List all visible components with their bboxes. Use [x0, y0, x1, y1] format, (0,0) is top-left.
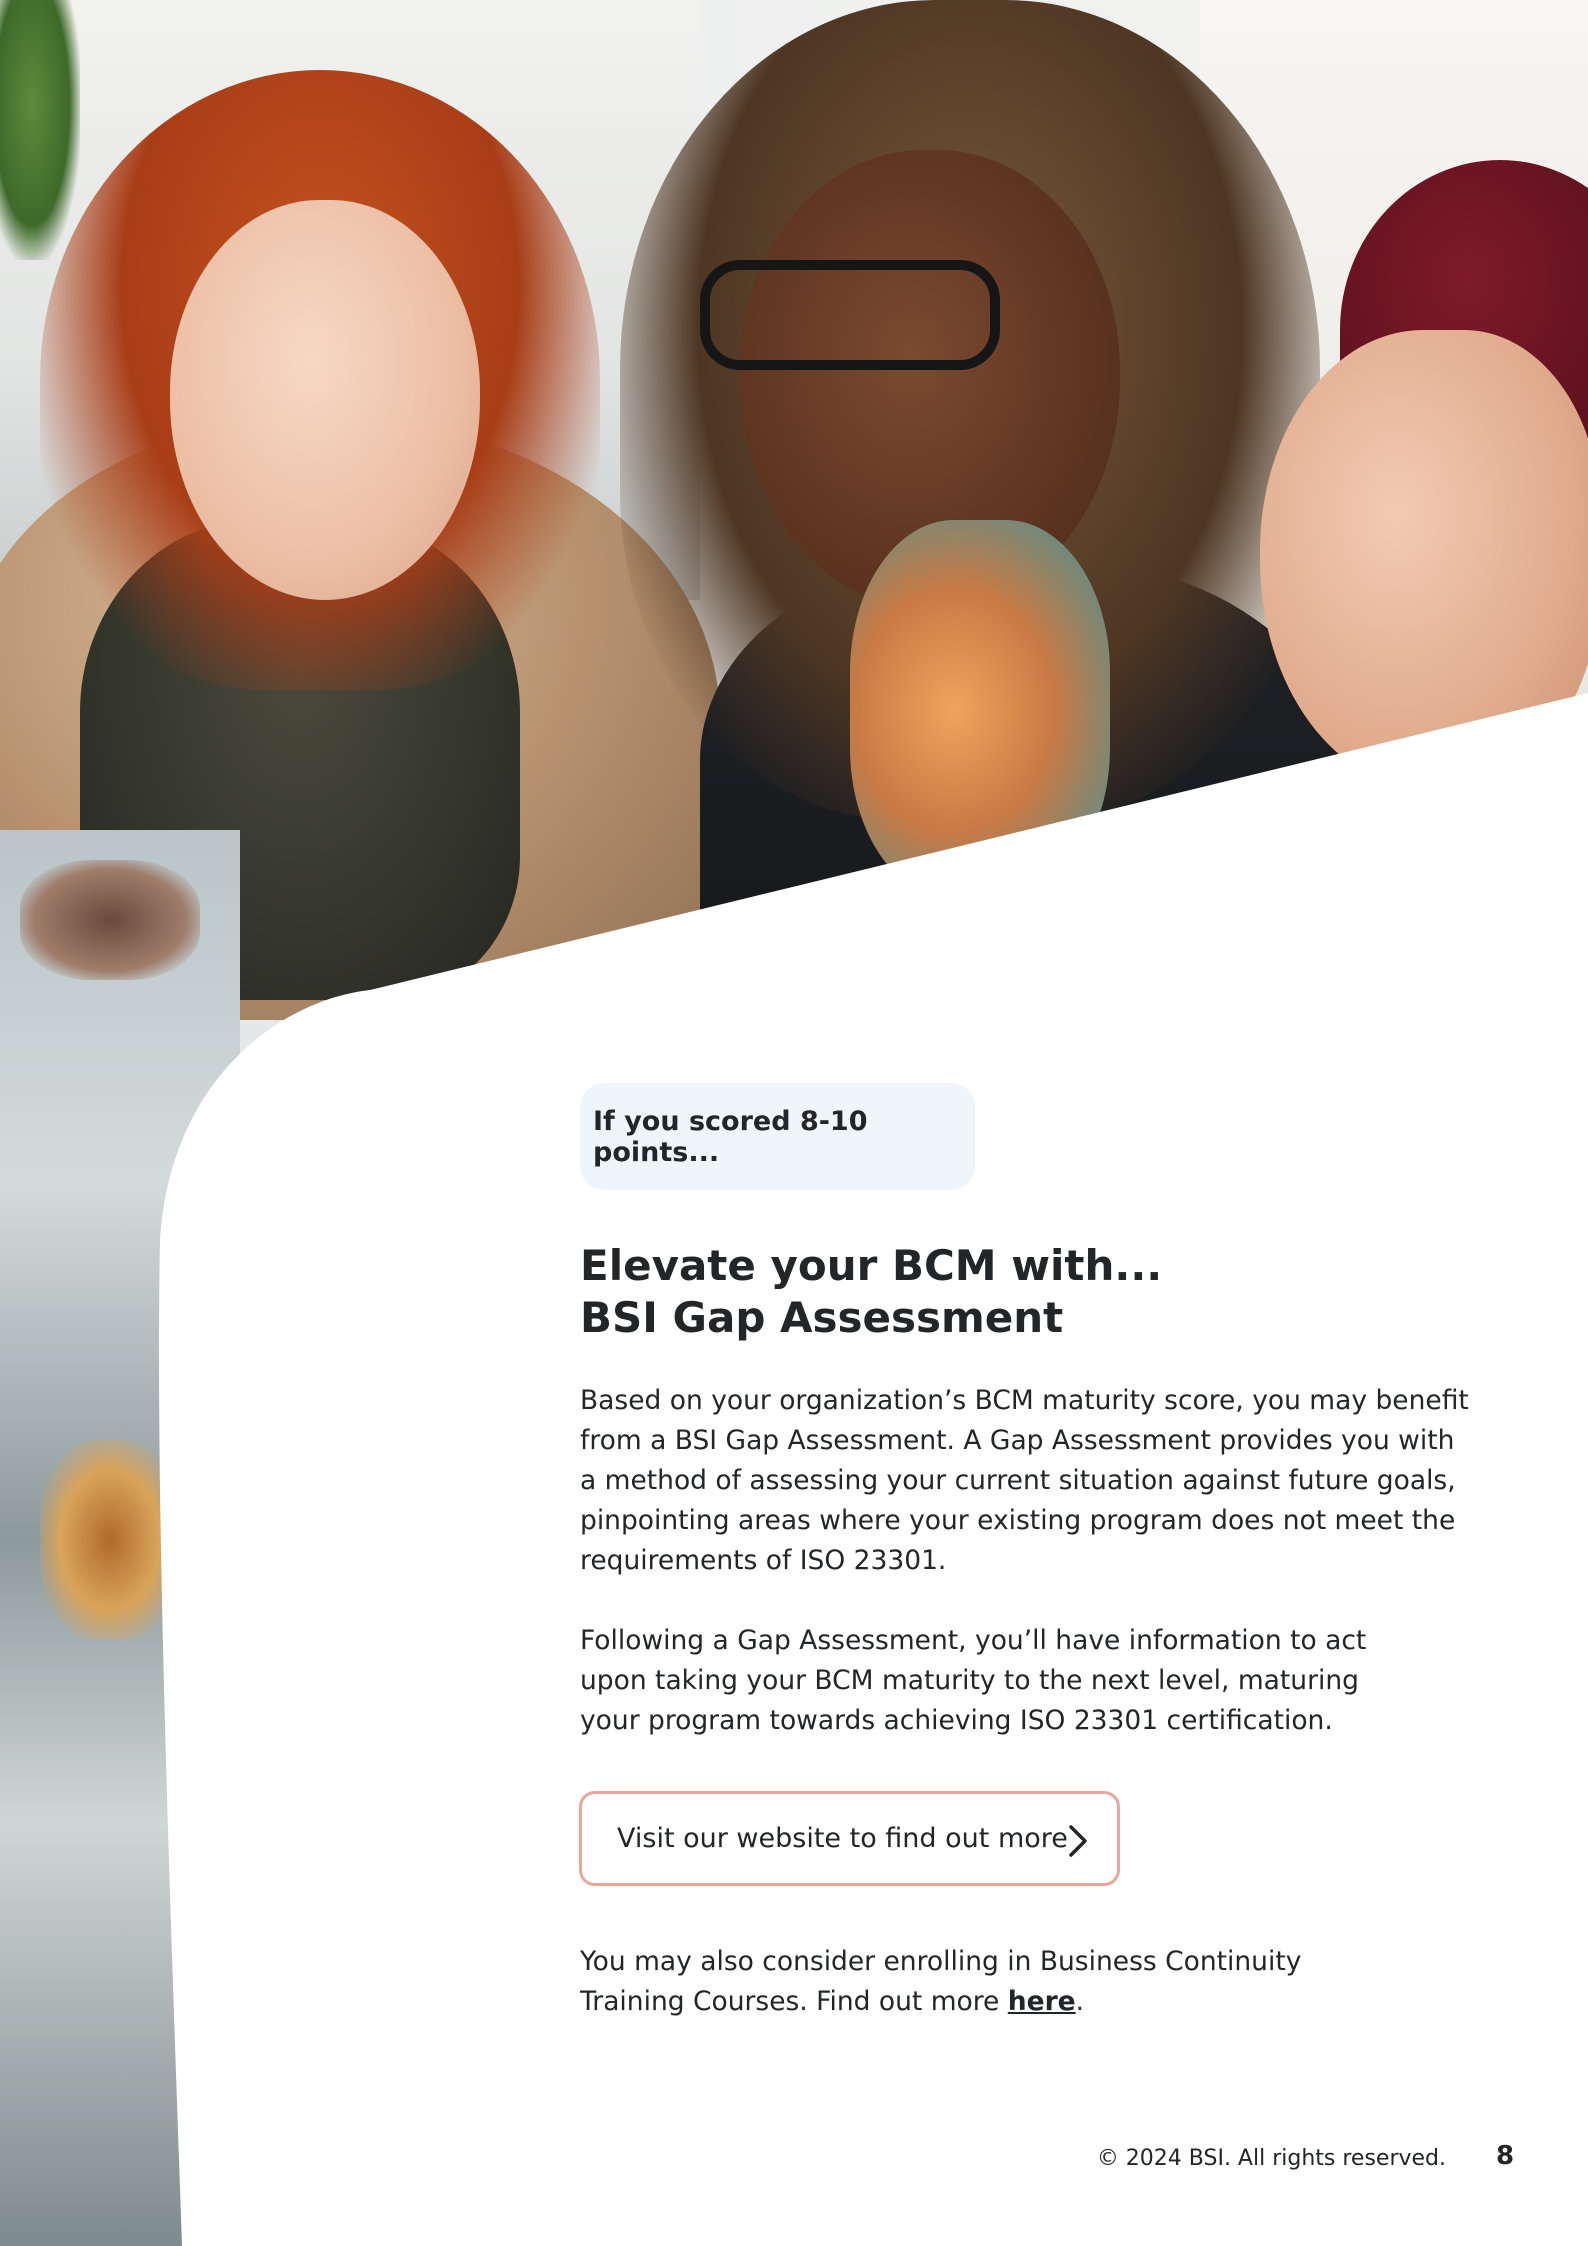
- followup-line: upon taking your BCM maturity to the nex…: [580, 1665, 1359, 1696]
- intro-line: Based on your organization’s BCM maturit…: [580, 1385, 1469, 1416]
- intro-paragraph: Based on your organization’s BCM maturit…: [580, 1381, 1480, 1581]
- followup-paragraph: Following a Gap Assessment, you’ll have …: [580, 1621, 1480, 1741]
- page: If you scored 8-10 points... Elevate you…: [0, 0, 1588, 2246]
- score-tag: If you scored 8-10 points...: [580, 1083, 975, 1190]
- training-line-1: You may also consider enrolling in Busin…: [580, 1946, 1302, 1977]
- headline-line-1: Elevate your BCM with...: [580, 1241, 1163, 1290]
- training-line-2-suffix: .: [1075, 1986, 1085, 2017]
- training-paragraph: You may also consider enrolling in Busin…: [580, 1942, 1480, 2022]
- copyright-text: © 2024 BSI. All rights reserved.: [1096, 2146, 1446, 2171]
- visit-website-button-label: Visit our website to find out more: [617, 1823, 1068, 1854]
- intro-line: requirements of ISO 23301.: [580, 1545, 947, 1576]
- visit-website-button[interactable]: Visit our website to find out more: [579, 1791, 1120, 1886]
- followup-line: Following a Gap Assessment, you’ll have …: [580, 1625, 1367, 1656]
- intro-line: a method of assessing your current situa…: [580, 1465, 1456, 1496]
- page-number: 8: [1495, 2141, 1515, 2171]
- intro-line: pinpointing areas where your existing pr…: [580, 1505, 1456, 1536]
- training-line-2-prefix: Training Courses. Find out more: [580, 1986, 1008, 2017]
- score-tag-text: If you scored 8-10 points...: [593, 1105, 868, 1168]
- page-headline: Elevate your BCM with... BSI Gap Assessm…: [580, 1240, 1480, 1344]
- training-line-2: Training Courses. Find out more here.: [580, 1982, 1480, 2022]
- headline-line-2: BSI Gap Assessment: [580, 1293, 1064, 1342]
- followup-line: your program towards achieving ISO 23301…: [580, 1705, 1333, 1736]
- chevron-right-icon: [1069, 1825, 1087, 1857]
- intro-line: from a BSI Gap Assessment. A Gap Assessm…: [580, 1425, 1455, 1456]
- here-link[interactable]: here: [1008, 1986, 1076, 2017]
